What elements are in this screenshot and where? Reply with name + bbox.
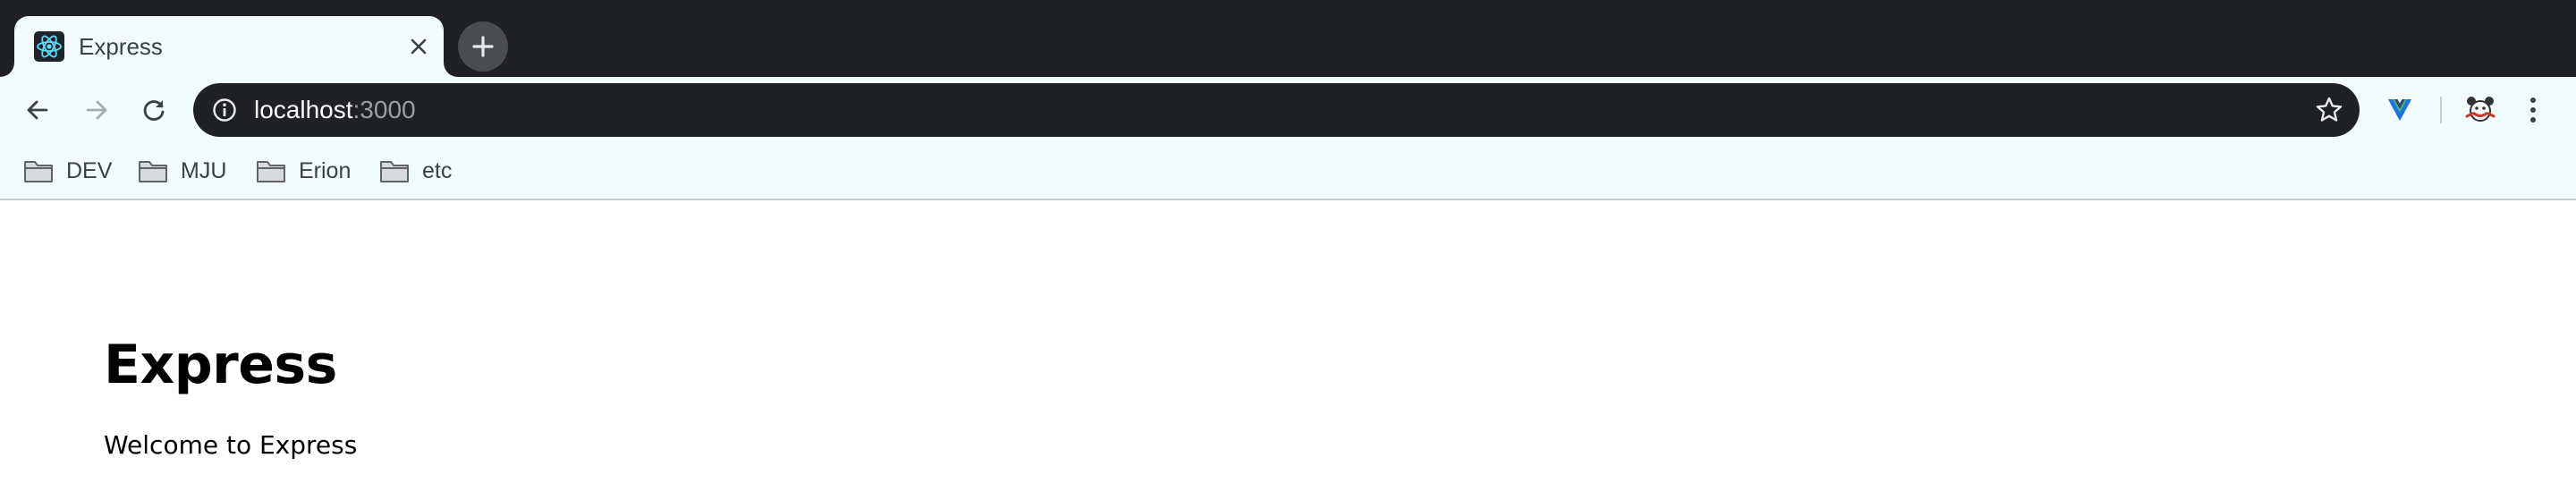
bookmark-folder-mju[interactable]: MJU <box>138 150 226 191</box>
tab-express[interactable]: Express <box>14 16 444 77</box>
arrow-right-icon <box>86 100 107 120</box>
bookmarks-bar: DEV MJU Erion etc <box>0 143 2576 200</box>
bookmark-folder-dev[interactable]: DEV <box>23 150 112 191</box>
url-host: localhost <box>254 96 353 123</box>
tab-strip: Express <box>0 0 2576 77</box>
url-port: :3000 <box>352 96 416 123</box>
bookmark-folder-erion[interactable]: Erion <box>256 150 351 191</box>
tab-title: Express <box>79 33 163 60</box>
browser-toolbar: localhost:3000 <box>0 77 2576 143</box>
bookmark-label: Erion <box>299 157 352 183</box>
forward-button[interactable] <box>72 85 122 135</box>
url-input[interactable]: localhost:3000 <box>254 83 416 137</box>
bookmark-label: DEV <box>66 157 113 183</box>
reload-button[interactable] <box>129 85 179 135</box>
arrow-left-icon <box>27 100 48 120</box>
info-icon[interactable] <box>211 97 238 123</box>
profile-avatar-icon[interactable] <box>2458 88 2503 132</box>
bookmark-folder-etc[interactable]: etc <box>379 150 452 191</box>
star-icon[interactable] <box>2311 92 2347 128</box>
page-title: Express <box>104 334 337 396</box>
close-icon[interactable] <box>401 29 436 64</box>
react-logo-icon <box>34 31 64 62</box>
toolbar-divider <box>2440 97 2442 123</box>
plus-icon <box>472 36 494 57</box>
folder-icon <box>257 161 285 182</box>
address-bar[interactable]: localhost:3000 <box>193 83 2360 137</box>
new-tab-button[interactable] <box>458 21 508 72</box>
vue-devtools-icon[interactable] <box>2377 88 2422 132</box>
folder-icon <box>380 161 409 182</box>
folder-icon <box>139 161 167 182</box>
bookmark-label: etc <box>422 157 453 183</box>
folder-icon <box>24 161 53 182</box>
welcome-text: Welcome to Express <box>104 430 358 460</box>
back-button[interactable] <box>13 85 63 135</box>
bookmark-label: MJU <box>181 157 227 183</box>
more-vertical-icon[interactable] <box>2515 88 2551 132</box>
reload-icon <box>143 100 165 121</box>
